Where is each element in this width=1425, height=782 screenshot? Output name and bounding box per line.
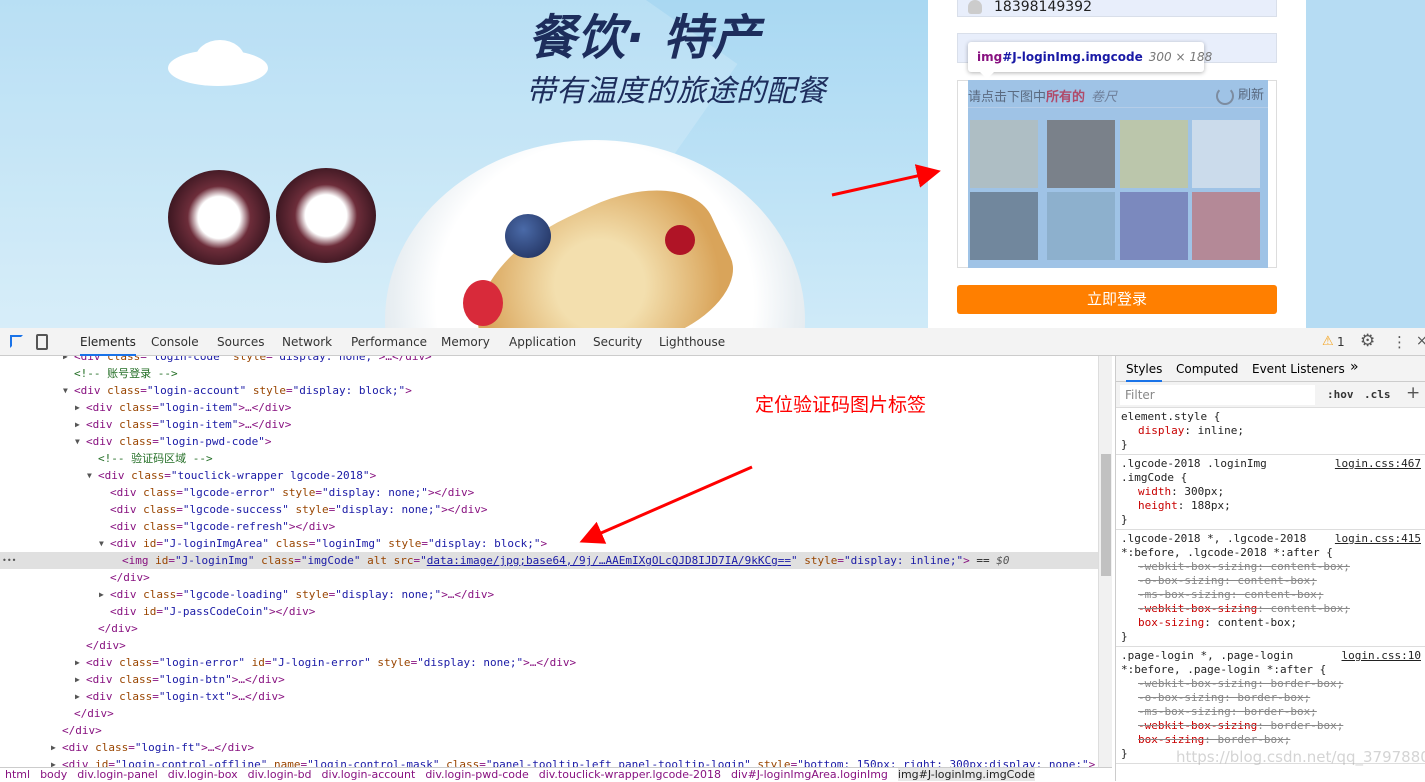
annotation-arrows [579,164,941,544]
red-arrow-to-captcha [831,164,941,197]
red-arrow-to-img-node [579,465,753,544]
